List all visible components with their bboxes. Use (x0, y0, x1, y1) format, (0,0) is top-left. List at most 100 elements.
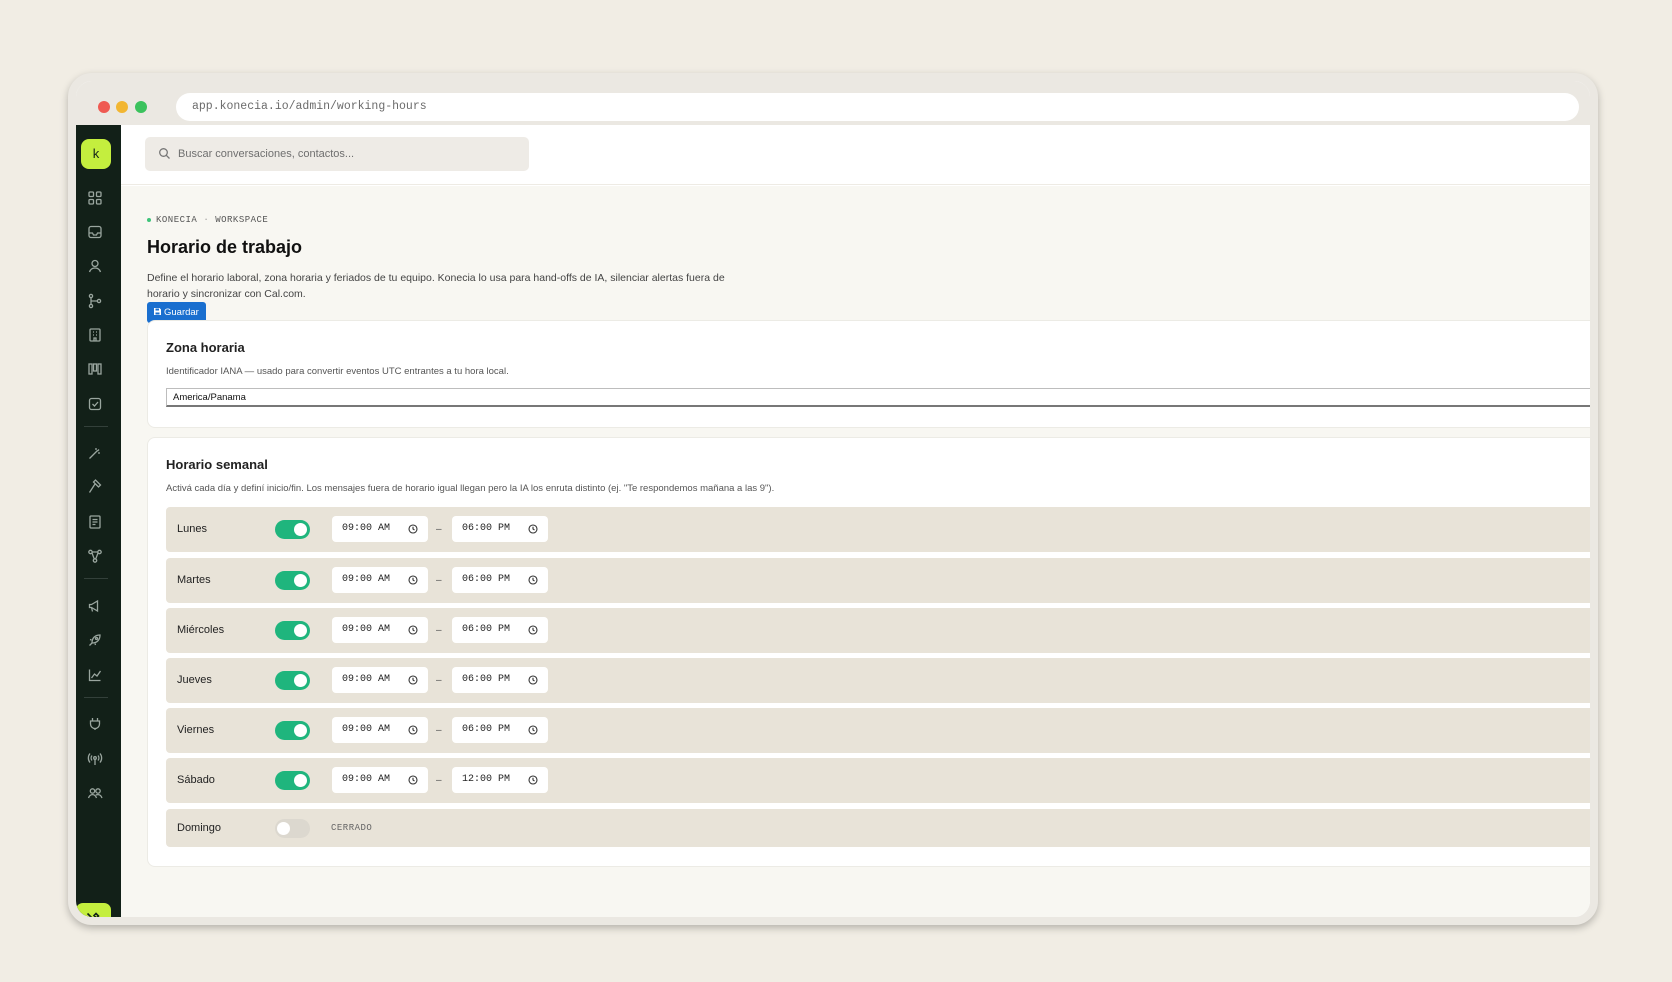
day-label: Miércoles (177, 624, 225, 636)
clock-icon (528, 524, 538, 534)
range-separator: – (436, 775, 442, 786)
flow-icon[interactable] (86, 547, 104, 565)
address-bar[interactable]: app.konecia.io/admin/working-hours (176, 93, 1579, 121)
day-label: Jueves (177, 674, 212, 686)
status-dot (147, 217, 151, 222)
day-label: Viernes (177, 724, 215, 736)
breadcrumb: KONECIA · WORKSPACE (147, 215, 268, 225)
day-toggle[interactable] (275, 571, 310, 590)
day-row-miercoles: Miércoles 09:00 AM – 06:00 PM (166, 608, 1590, 653)
sidebar-divider (84, 697, 108, 698)
day-label: Sábado (177, 774, 215, 786)
sidebar-divider (84, 578, 108, 579)
branch-icon[interactable] (86, 292, 104, 310)
save-icon (153, 307, 162, 316)
end-time-input[interactable]: 06:00 PM (452, 567, 548, 593)
breadcrumb-section[interactable]: WORKSPACE (215, 215, 268, 225)
day-row-domingo: Domingo CERRADO (166, 809, 1590, 847)
search-icon (158, 147, 171, 160)
clock-icon (528, 575, 538, 585)
end-time-input[interactable]: 06:00 PM (452, 617, 548, 643)
day-toggle[interactable] (275, 819, 310, 838)
main-content: KONECIA · WORKSPACE Horario de trabajo Def… (121, 186, 1590, 917)
hammer-icon[interactable] (86, 478, 104, 496)
clock-icon (528, 625, 538, 635)
user-icon[interactable] (86, 257, 104, 275)
save-label: Guardar (164, 307, 199, 318)
breadcrumb-org[interactable]: KONECIA (156, 215, 197, 225)
day-toggle[interactable] (275, 520, 310, 539)
end-time-input[interactable]: 12:00 PM (452, 767, 548, 793)
start-time-input[interactable]: 09:00 AM (332, 567, 428, 593)
building-icon[interactable] (86, 326, 104, 344)
search-input[interactable]: Buscar conversaciones, contactos... (145, 137, 529, 171)
rocket-icon[interactable] (86, 631, 104, 649)
kanban-icon[interactable] (86, 360, 104, 378)
app-logo[interactable]: k (81, 139, 111, 169)
day-row-martes: Martes 09:00 AM – 06:00 PM (166, 558, 1590, 603)
tools-icon[interactable] (76, 903, 111, 917)
timezone-card: Zona horaria Identificador IANA — usado … (147, 320, 1590, 428)
end-time-input[interactable]: 06:00 PM (452, 667, 548, 693)
minimize-window-button[interactable] (116, 101, 128, 113)
day-toggle[interactable] (275, 721, 310, 740)
broadcast-icon[interactable] (86, 750, 104, 768)
timezone-title: Zona horaria (166, 340, 245, 355)
book-icon[interactable] (86, 513, 104, 531)
clock-icon (408, 675, 418, 685)
page-title: Horario de trabajo (147, 237, 303, 257)
timezone-help: Identificador IANA — usado para converti… (166, 366, 509, 377)
clock-icon (408, 725, 418, 735)
close-window-button[interactable] (98, 101, 110, 113)
start-time-input[interactable]: 09:00 AM (332, 516, 428, 542)
start-time-input[interactable]: 09:00 AM (332, 617, 428, 643)
sidebar-divider (84, 426, 108, 427)
day-toggle[interactable] (275, 671, 310, 690)
chart-icon[interactable] (86, 666, 104, 684)
weekly-title: Horario semanal (166, 457, 268, 472)
search-placeholder: Buscar conversaciones, contactos... (178, 148, 355, 160)
closed-label: CERRADO (331, 823, 373, 833)
dashboard-icon[interactable] (86, 189, 104, 207)
day-label: Domingo (177, 822, 222, 834)
browser-titlebar: app.konecia.io/admin/working-hours (76, 81, 1590, 125)
day-toggle[interactable] (275, 621, 310, 640)
megaphone-icon[interactable] (86, 597, 104, 615)
end-time-input[interactable]: 06:00 PM (452, 516, 548, 542)
page-description: Define el horario laboral, zona horaria … (147, 272, 725, 300)
range-separator: – (436, 625, 442, 636)
start-time-input[interactable]: 09:00 AM (332, 767, 428, 793)
end-time-input[interactable]: 06:00 PM (452, 717, 548, 743)
inbox-icon[interactable] (86, 223, 104, 241)
day-row-jueves: Jueves 09:00 AM – 06:00 PM (166, 658, 1590, 703)
range-separator: – (436, 675, 442, 686)
timezone-field[interactable]: America/Panama (166, 388, 1590, 407)
start-time-input[interactable]: 09:00 AM (332, 717, 428, 743)
maximize-window-button[interactable] (135, 101, 147, 113)
weekly-schedule-card: Horario semanal Activá cada día y definí… (147, 437, 1590, 867)
team-icon[interactable] (86, 784, 104, 802)
clock-icon (408, 625, 418, 635)
day-row-viernes: Viernes 09:00 AM – 06:00 PM (166, 708, 1590, 753)
clock-icon (408, 575, 418, 585)
day-toggle[interactable] (275, 771, 310, 790)
magic-wand-icon[interactable] (86, 444, 104, 462)
clock-icon (528, 675, 538, 685)
clock-icon (408, 775, 418, 785)
range-separator: – (436, 524, 442, 535)
top-bar: Buscar conversaciones, contactos... (121, 125, 1590, 185)
day-label: Lunes (177, 523, 207, 535)
start-time-input[interactable]: 09:00 AM (332, 667, 428, 693)
range-separator: – (436, 575, 442, 586)
checklist-icon[interactable] (86, 395, 104, 413)
browser-window: app.konecia.io/admin/working-hours k Bus… (68, 73, 1598, 925)
plug-icon[interactable] (86, 715, 104, 733)
clock-icon (528, 725, 538, 735)
day-row-lunes: Lunes 09:00 AM – 06:00 PM (166, 507, 1590, 552)
weekly-help: Activá cada día y definí inicio/fin. Los… (166, 483, 775, 494)
range-separator: – (436, 725, 442, 736)
day-label: Martes (177, 574, 211, 586)
clock-icon (408, 524, 418, 534)
sidebar: k (76, 125, 121, 917)
clock-icon (528, 775, 538, 785)
